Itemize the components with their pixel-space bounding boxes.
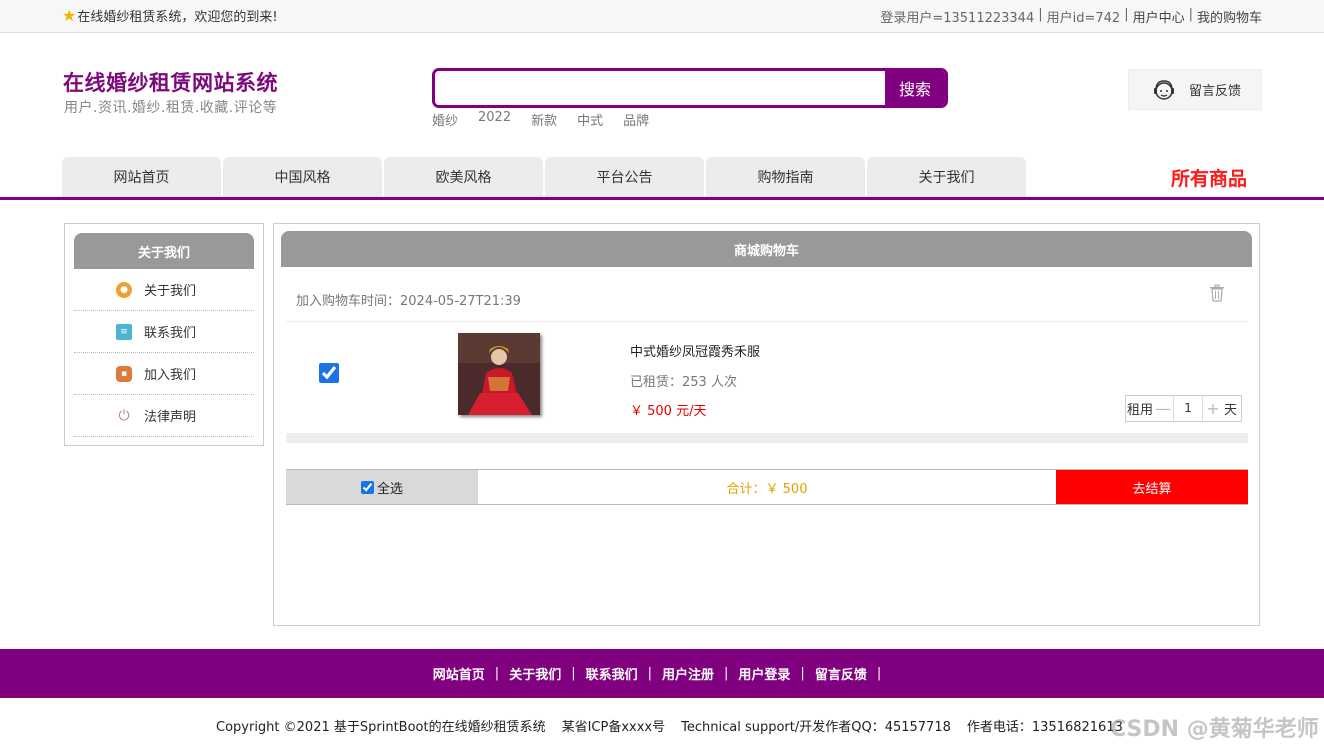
minus-icon[interactable]: — bbox=[1153, 399, 1173, 418]
nav-tab-announcements[interactable]: 平台公告 bbox=[545, 157, 704, 197]
site-title[interactable]: 在线婚纱租赁网站系统 bbox=[63, 67, 278, 97]
search-input[interactable] bbox=[435, 71, 885, 105]
qty-value[interactable]: 1 bbox=[1173, 396, 1204, 421]
nav-tab-western-style[interactable]: 欧美风格 bbox=[384, 157, 543, 197]
hotword-link[interactable]: 品牌 bbox=[623, 110, 649, 129]
footer-separator: | bbox=[647, 666, 652, 681]
product-price: ￥ 500 元/天 bbox=[630, 404, 707, 419]
hotword-link[interactable]: 2022 bbox=[478, 110, 511, 129]
footer-separator: | bbox=[571, 666, 576, 681]
cart-added-time: 加入购物车时间：2024-05-27T21:39 bbox=[296, 294, 521, 309]
search-button[interactable]: 搜索 bbox=[885, 71, 945, 105]
sidebar-title: 关于我们 bbox=[74, 233, 254, 269]
footer-link-contact[interactable]: 联系我们 bbox=[586, 664, 638, 683]
nav-tab-about[interactable]: 关于我们 bbox=[867, 157, 1026, 197]
footer-link-feedback[interactable]: 留言反馈 bbox=[815, 664, 867, 683]
feedback-label: 留言反馈 bbox=[1189, 84, 1242, 99]
power-icon: ⏻ bbox=[118, 407, 130, 424]
qty-unit: 天 bbox=[1224, 403, 1238, 418]
quantity-stepper: 租用 — 1 + 天 bbox=[1125, 395, 1242, 422]
select-all-label: 全选 bbox=[376, 481, 403, 497]
hotword-link[interactable]: 中式 bbox=[577, 110, 603, 129]
info-circle-icon: ● bbox=[116, 281, 132, 298]
headset-icon bbox=[1154, 79, 1174, 100]
login-user-link[interactable]: 登录用户=13511223344 bbox=[880, 7, 1034, 26]
sidebar-item-legal[interactable]: ⏻ 法律声明 bbox=[74, 395, 254, 437]
copyright-text: Copyright ©2021 基于SprintBoot的在线婚纱租赁系统 bbox=[216, 720, 546, 735]
welcome-message: ★ 在线婚纱租赁系统，欢迎您的到来! bbox=[62, 6, 278, 25]
sidebar-item-about[interactable]: ● 关于我们 bbox=[74, 269, 254, 311]
hotword-link[interactable]: 新款 bbox=[531, 110, 557, 129]
footer-link-register[interactable]: 用户注册 bbox=[662, 664, 714, 683]
cart-item-checkbox[interactable] bbox=[319, 363, 339, 383]
site-subtitle: 用户.资讯.婚纱.租赁.收藏.评论等 bbox=[64, 100, 278, 116]
sidebar-list: ● 关于我们 ≡ 联系我们 ▪ 加入我们 ⏻ 法律声明 bbox=[74, 269, 254, 437]
cart-item-footer-bar bbox=[286, 433, 1248, 443]
sidebar-item-contact[interactable]: ≡ 联系我们 bbox=[74, 311, 254, 353]
feedback-button[interactable]: 留言反馈 bbox=[1128, 69, 1262, 110]
footer-separator: | bbox=[800, 666, 805, 681]
divider bbox=[286, 321, 1248, 322]
welcome-text: 在线婚纱租赁系统，欢迎您的到来! bbox=[77, 10, 278, 25]
hotword-link[interactable]: 婚纱 bbox=[432, 110, 458, 129]
sidebar-item-label: 联系我们 bbox=[144, 326, 197, 341]
cart-title: 商城购物车 bbox=[281, 231, 1252, 267]
product-rented-count: 已租赁：253 人次 bbox=[630, 375, 737, 390]
search-bar: 搜索 bbox=[432, 68, 948, 108]
nav-tab-shopping-guide[interactable]: 购物指南 bbox=[706, 157, 865, 197]
footer-separator: | bbox=[494, 666, 500, 681]
copyright-bar: Copyright ©2021 基于SprintBoot的在线婚纱租赁系统 某省… bbox=[216, 716, 1123, 735]
sidebar: 关于我们 ● 关于我们 ≡ 联系我们 ▪ 加入我们 ⏻ 法律声明 bbox=[64, 223, 264, 446]
nav-tabs: 网站首页 中国风格 欧美风格 平台公告 购物指南 关于我们 bbox=[62, 157, 1026, 197]
nav-tab-home[interactable]: 网站首页 bbox=[62, 157, 221, 197]
footer-separator: | bbox=[724, 666, 729, 681]
icp-text: 某省ICP备xxxx号 bbox=[561, 720, 666, 735]
user-center-link[interactable]: 用户中心 bbox=[1133, 7, 1185, 26]
footer-link-about[interactable]: 关于我们 bbox=[509, 664, 561, 683]
cart-panel: 商城购物车 加入购物车时间：2024-05-27T21:39 中式婚纱凤冠霞秀禾… bbox=[273, 223, 1260, 626]
sidebar-item-label: 法律声明 bbox=[144, 410, 197, 425]
product-image[interactable] bbox=[458, 333, 540, 415]
checkout-button[interactable]: 去结算 bbox=[1056, 470, 1248, 504]
lock-icon: ▪ bbox=[116, 365, 132, 382]
cart-summary: 全选 合计：￥ 500 去结算 bbox=[286, 469, 1248, 505]
product-photo bbox=[458, 333, 540, 415]
hot-keywords: 婚纱 2022 新款 中式 品牌 bbox=[432, 110, 649, 129]
user-id-link[interactable]: 用户id=742 bbox=[1047, 7, 1121, 26]
phone-text: 作者电话：13516821613 bbox=[966, 720, 1123, 735]
trash-icon[interactable] bbox=[1209, 284, 1225, 302]
footer-separator: | bbox=[876, 666, 882, 681]
footer-link-login[interactable]: 用户登录 bbox=[738, 664, 790, 683]
top-bar: ★ 在线婚纱租赁系统，欢迎您的到来! 登录用户=13511223344 | 用户… bbox=[0, 0, 1324, 33]
footer-nav: 网站首页 | 关于我们 | 联系我们 | 用户注册 | 用户登录 | 留言反馈 … bbox=[0, 649, 1324, 698]
sidebar-item-join[interactable]: ▪ 加入我们 bbox=[74, 353, 254, 395]
select-all-checkbox[interactable] bbox=[360, 480, 374, 494]
sidebar-item-label: 关于我们 bbox=[144, 284, 197, 299]
watermark: CSDN @黄菊华老师 bbox=[1110, 717, 1319, 742]
all-products-link[interactable]: 所有商品 bbox=[1171, 164, 1247, 191]
qty-label: 租用 bbox=[1127, 403, 1154, 418]
star-icon: ★ bbox=[62, 5, 77, 25]
nav-tab-chinese-style[interactable]: 中国风格 bbox=[223, 157, 382, 197]
footer-link-home[interactable]: 网站首页 bbox=[433, 664, 485, 683]
separator: | bbox=[1124, 7, 1129, 22]
separator: | bbox=[1188, 7, 1193, 22]
my-cart-link[interactable]: 我的购物车 bbox=[1197, 7, 1262, 26]
support-text: Technical support/开发作者QQ：45157718 bbox=[681, 720, 951, 735]
sidebar-item-label: 加入我们 bbox=[144, 368, 197, 383]
cart-total: 合计：￥ 500 bbox=[726, 481, 808, 497]
main-nav: 网站首页 中国风格 欧美风格 平台公告 购物指南 关于我们 所有商品 bbox=[0, 156, 1324, 200]
select-all[interactable]: 全选 bbox=[286, 470, 478, 504]
product-name[interactable]: 中式婚纱凤冠霞秀禾服 bbox=[630, 341, 760, 360]
plus-icon[interactable]: + bbox=[1203, 399, 1223, 418]
clipboard-icon: ≡ bbox=[116, 323, 132, 340]
user-links: 登录用户=13511223344 | 用户id=742 | 用户中心 | 我的购… bbox=[880, 7, 1262, 26]
separator: | bbox=[1038, 7, 1043, 22]
